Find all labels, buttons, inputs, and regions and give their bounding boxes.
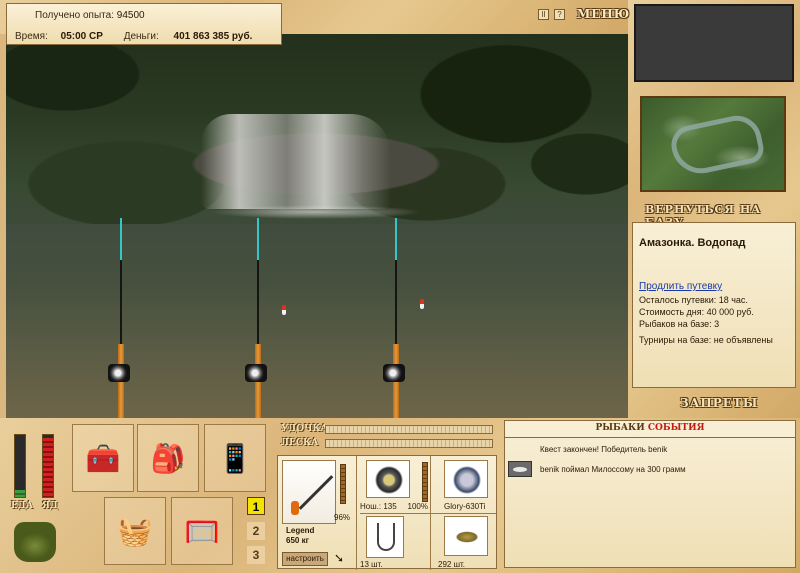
rod-status-label: УДОЧКА [281, 424, 328, 434]
events-tabs: РЫБАКИ СОБЫТИЯ [505, 423, 795, 433]
keep-net-icon: 🥅 [184, 515, 220, 547]
divider [356, 456, 357, 570]
arrow-icon[interactable]: ➘ [334, 551, 344, 565]
day-cost: Стоимость дня: 40 000 руб. [639, 307, 754, 317]
time-label: Время: [15, 31, 48, 42]
extend-permit-link[interactable]: Продлить путевку [639, 281, 789, 292]
xp-value: 94500 [116, 10, 145, 21]
float-bobber-1 [282, 305, 286, 315]
food-label: ЕДА [11, 501, 34, 511]
rod-wear-percent: 96% [334, 513, 351, 522]
line-name: Glory-630Ti [444, 502, 486, 511]
permit-remaining: Осталось путевки: 18 час. [639, 295, 748, 305]
location-panel: Амазонка. Водопад Продлить путевку Остал… [632, 222, 796, 388]
tackle-box-slot[interactable]: 🧰 [72, 424, 134, 492]
line-tension-bar [325, 439, 493, 448]
list-item: benik поймал Милоссому на 300 грамм [504, 461, 796, 484]
hook-count: 13 шт. [360, 560, 383, 569]
rod-slot-2-button[interactable]: 2 [247, 522, 265, 540]
reel-wear-percent: 100% [407, 502, 428, 511]
tournaments-info: Турниры на базе: не объявлены [639, 335, 773, 345]
rod-tension-bar [325, 425, 493, 434]
rod-slot-3-button[interactable]: 3 [247, 546, 265, 564]
waterfall-foam [166, 202, 466, 222]
fish-icon [508, 461, 532, 477]
money-value: 401 863 385 руб. [173, 31, 253, 42]
reel-icon [245, 364, 267, 382]
rod-slot-1-button[interactable]: 1 [247, 497, 265, 515]
rod-blank [257, 260, 259, 344]
money-label: Деньги: [123, 31, 159, 42]
tab-anglers[interactable]: РЫБАКИ [595, 423, 644, 433]
player-info-box: Получено опыта: 94500 Время: 05:00 СР Де… [6, 3, 282, 45]
reel-icon [108, 364, 130, 382]
poison-label: ЯД [42, 501, 58, 511]
fishing-rod-3[interactable] [381, 218, 411, 418]
menu-button[interactable]: МЕНЮ [577, 7, 630, 21]
backpack-slot[interactable]: 🎒 [137, 424, 199, 492]
backpack-icon: 🎒 [150, 442, 186, 474]
rod-model: Legend [286, 526, 315, 535]
tackle-box-icon: 🧰 [85, 442, 121, 474]
reel-icon [383, 364, 405, 382]
basket-slot[interactable]: 🧺 [104, 497, 166, 565]
basket-icon: 🧺 [117, 515, 153, 547]
reel-image[interactable] [366, 460, 410, 498]
phone-slot[interactable]: 📱 [204, 424, 266, 492]
bait-count: 292 шт. [438, 560, 465, 569]
location-map [640, 96, 786, 192]
hook-image[interactable] [366, 516, 404, 558]
help-button[interactable]: ? [554, 9, 565, 20]
time-value: 05:00 СР [60, 31, 103, 42]
bans-button[interactable]: ЗАПРЕТЫ [680, 396, 758, 410]
location-title: Амазонка. Водопад [639, 237, 746, 249]
waterfall [201, 114, 391, 209]
rod-wear-bar [340, 464, 346, 504]
divider [360, 513, 496, 514]
event-text: benik поймал Милоссому на 300 грамм [540, 465, 686, 474]
rod-tip [120, 218, 122, 260]
fishing-scene[interactable] [6, 34, 628, 418]
rod-tip [395, 218, 397, 260]
rod-name: Legend 650 кг [286, 526, 314, 546]
poison-meter-fill [43, 438, 53, 497]
fishing-rod-1[interactable] [106, 218, 136, 418]
food-meter [14, 434, 26, 498]
tab-events[interactable]: СОБЫТИЯ [648, 423, 705, 433]
river-bend [667, 111, 767, 179]
line-status-label: ЛЕСКА [281, 438, 319, 448]
list-item: Квест закончен! Победитель benik [504, 444, 796, 464]
bait-image[interactable] [444, 516, 488, 556]
rod-image[interactable] [282, 460, 336, 524]
anglers-count: Рыбаков на базе: 3 [639, 319, 720, 329]
fishing-rod-2[interactable] [243, 218, 273, 418]
reel-wear-bar [422, 462, 428, 502]
float-bobber-2 [420, 299, 424, 309]
keep-net-slot[interactable]: 🥅 [171, 497, 233, 565]
water[interactable] [6, 224, 628, 418]
line-spool-image[interactable] [444, 460, 488, 498]
reel-info: Нош.: 135 100% [360, 502, 428, 511]
poison-meter [42, 434, 54, 498]
rod-max-load: 650 кг [286, 536, 309, 545]
event-text: Квест закончен! Победитель benik [540, 445, 668, 454]
gear-panel: 96% Legend 650 кг настроить ➘ Нош.: 135 … [277, 455, 497, 570]
rod-blank [120, 260, 122, 344]
xp-label: Получено опыта: [35, 10, 114, 21]
pause-button[interactable]: II [538, 9, 549, 20]
rod-blank [395, 260, 397, 344]
events-list: Квест закончен! Победитель benik benik п… [504, 437, 796, 568]
chat-box[interactable] [634, 4, 794, 82]
rod-tip [257, 218, 259, 260]
rod-status: УДОЧКА ЛЕСКА [277, 422, 497, 452]
reel-wear-count: Нош.: 135 [360, 502, 397, 511]
bag-icon[interactable] [14, 522, 56, 562]
phone-icon: 📱 [217, 442, 253, 474]
food-meter-fill [15, 489, 25, 497]
setup-button[interactable]: настроить [282, 552, 328, 566]
